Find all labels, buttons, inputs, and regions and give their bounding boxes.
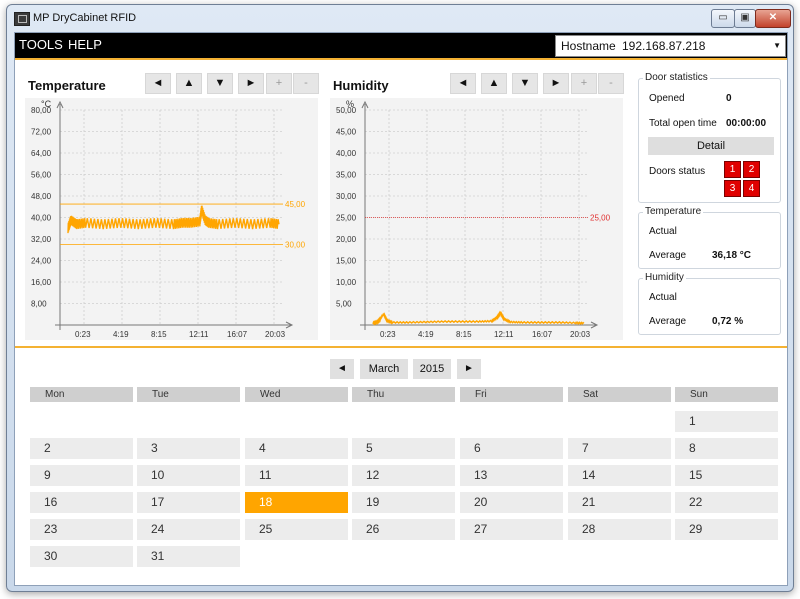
calendar-day[interactable]: 16 [30, 492, 133, 513]
calendar-day[interactable]: 23 [30, 519, 133, 540]
calendar-day[interactable]: 28 [568, 519, 671, 540]
calendar-day[interactable]: 17 [137, 492, 240, 513]
calendar-day[interactable]: 26 [352, 519, 455, 540]
calendar-day[interactable]: 27 [460, 519, 563, 540]
calendar-day[interactable]: 9 [30, 465, 133, 486]
calendar-day[interactable]: 12 [352, 465, 455, 486]
calendar-day[interactable]: 24 [137, 519, 240, 540]
calendar-day[interactable]: 6 [460, 438, 563, 459]
calendar-day[interactable]: 2 [30, 438, 133, 459]
weekday-header-sat: Sat [568, 387, 671, 402]
calendar-day[interactable]: 19 [352, 492, 455, 513]
calendar-day[interactable]: 8 [675, 438, 778, 459]
app-window: MP DryCabinet RFID ▭ ▣ ✕ TOOLS HELP Host… [6, 4, 794, 592]
calendar-day[interactable]: 1 [675, 411, 778, 432]
calendar-day[interactable]: 3 [137, 438, 240, 459]
calendar-day[interactable]: 22 [675, 492, 778, 513]
weekday-header-wed: Wed [245, 387, 348, 402]
calendar-day[interactable]: 10 [137, 465, 240, 486]
client-area: TOOLS HELP Hostname 192.168.87.218 ▼ Tem… [14, 32, 788, 586]
calendar-day[interactable]: 30 [30, 546, 133, 567]
app-icon [14, 12, 30, 26]
weekday-header-tue: Tue [137, 387, 240, 402]
calendar-day[interactable]: 15 [675, 465, 778, 486]
calendar-day[interactable]: 29 [675, 519, 778, 540]
calendar-day[interactable]: 5 [352, 438, 455, 459]
calendar-day[interactable]: 14 [568, 465, 671, 486]
weekday-header-thu: Thu [352, 387, 455, 402]
calendar-day[interactable]: 11 [245, 465, 348, 486]
calendar-grid: Mon Tue Wed Thu Fri Sat Sun 1 2 3 4 5 6 7 8 9 10 11 12 13 14… [15, 33, 787, 585]
calendar-day[interactable]: 4 [245, 438, 348, 459]
maximize-icon[interactable]: ▣ [734, 9, 756, 28]
title-bar: MP DryCabinet RFID ▭ ▣ ✕ [7, 5, 793, 31]
close-icon[interactable]: ✕ [755, 9, 791, 28]
weekday-header-fri: Fri [460, 387, 563, 402]
calendar-day[interactable]: 25 [245, 519, 348, 540]
calendar-day[interactable]: 21 [568, 492, 671, 513]
weekday-header-mon: Mon [30, 387, 133, 402]
calendar-day[interactable]: 13 [460, 465, 563, 486]
minimize-icon[interactable]: ▭ [711, 9, 735, 28]
window-title: MP DryCabinet RFID [33, 12, 137, 24]
weekday-header-sun: Sun [675, 387, 778, 402]
calendar-day[interactable]: 18 [245, 492, 348, 513]
calendar-day[interactable]: 31 [137, 546, 240, 567]
calendar-day[interactable]: 20 [460, 492, 563, 513]
calendar-day[interactable]: 7 [568, 438, 671, 459]
